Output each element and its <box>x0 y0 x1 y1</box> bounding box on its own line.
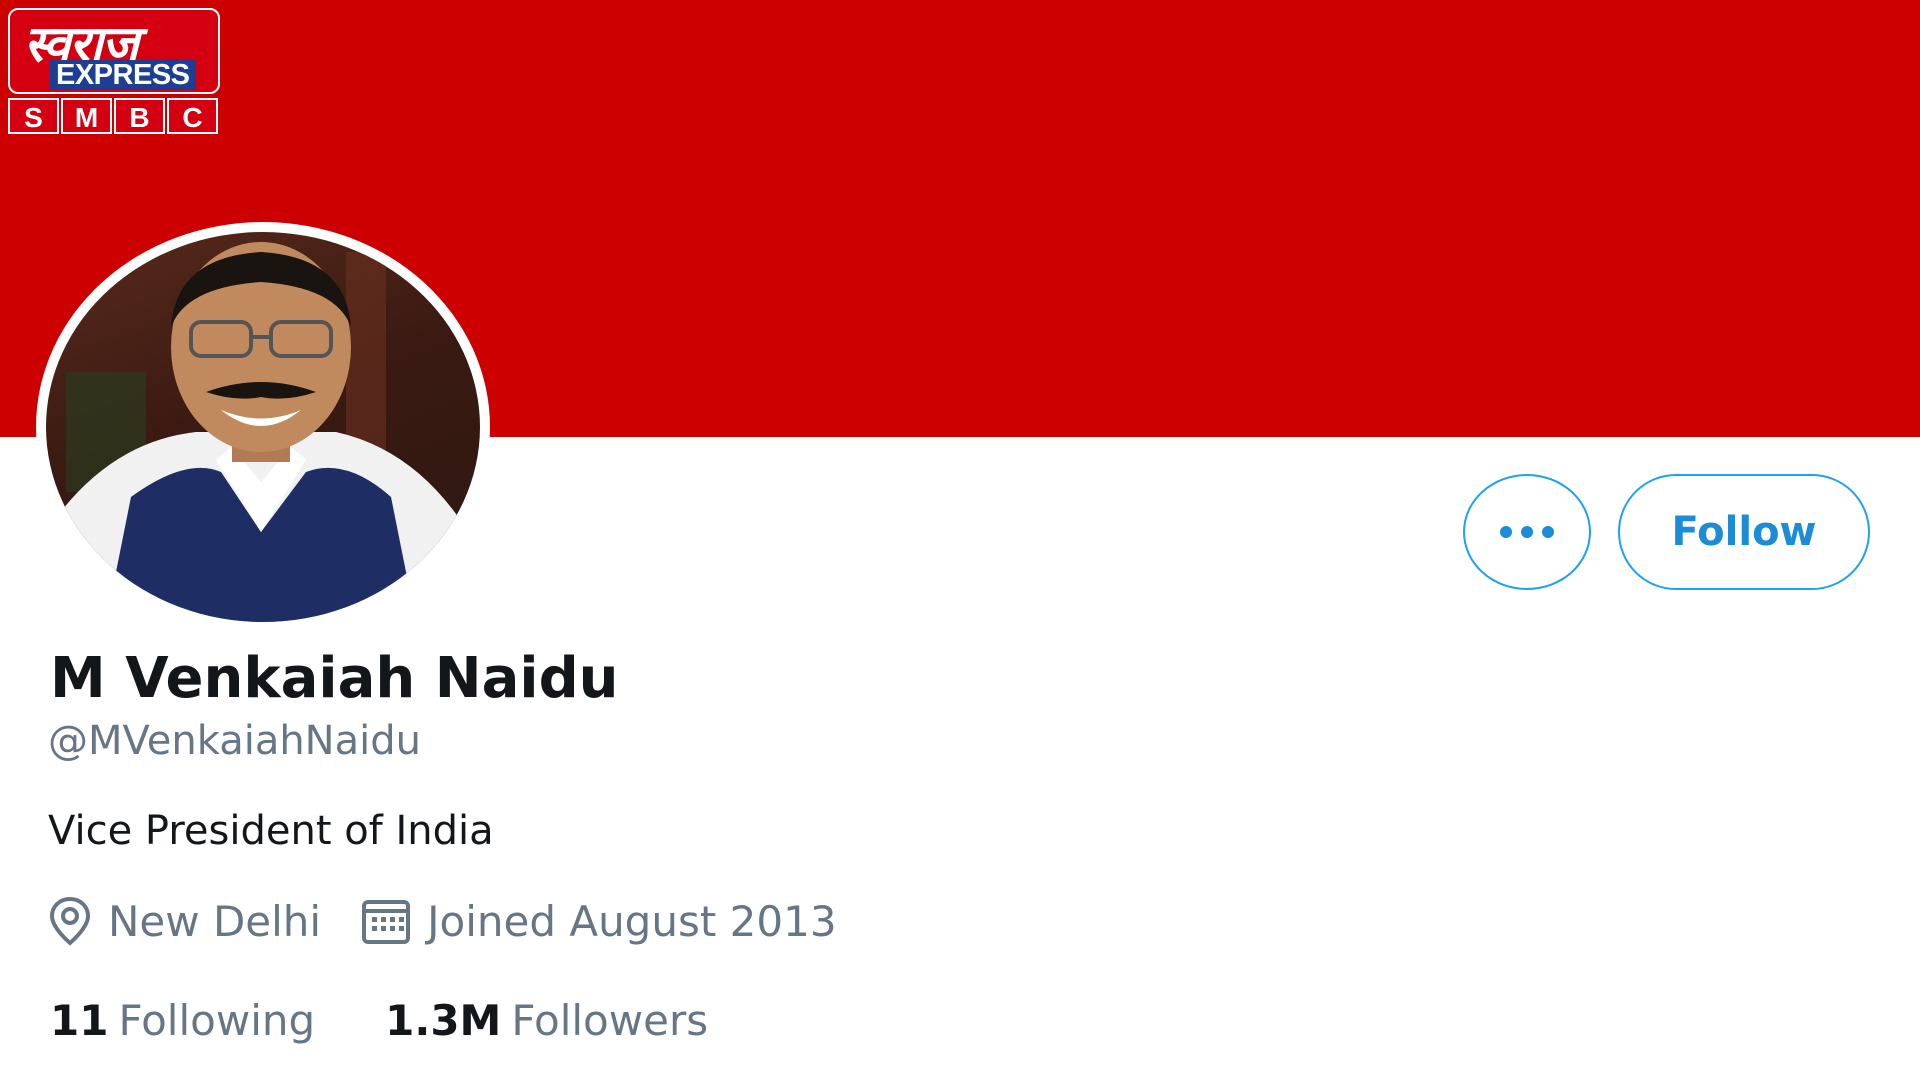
followers-link[interactable]: 1.3M Followers <box>385 996 708 1045</box>
follow-button[interactable]: Follow <box>1618 474 1870 590</box>
profile-handle: @MVenkaiahNaidu <box>48 718 421 764</box>
profile-bio: Vice President of India <box>48 808 494 854</box>
avatar-portrait <box>46 242 480 622</box>
followers-label: Followers <box>511 996 709 1045</box>
logo-top: स्वराज EXPRESS <box>8 8 220 94</box>
logo-express-text: EXPRESS <box>50 60 196 90</box>
profile-meta: New Delhi Joined August 2013 <box>48 896 877 946</box>
joined-text: Joined August 2013 <box>427 896 837 946</box>
following-count: 11 <box>50 996 109 1045</box>
location-item: New Delhi <box>48 896 321 946</box>
avatar[interactable] <box>36 222 490 632</box>
logo-letter: C <box>167 98 218 134</box>
logo-letters: S M B C <box>8 98 220 134</box>
location-text: New Delhi <box>108 896 322 946</box>
location-pin-icon <box>49 896 91 946</box>
following-link[interactable]: 11 Following <box>50 996 315 1045</box>
calendar-icon <box>362 900 411 944</box>
logo-letter: S <box>8 98 59 134</box>
channel-logo: स्वराज EXPRESS S M B C <box>8 8 220 136</box>
logo-letter: M <box>61 98 112 134</box>
profile-name: M Venkaiah Naidu <box>50 646 619 711</box>
profile-stats: 11 Following 1.3M Followers <box>50 996 778 1045</box>
more-icon <box>1500 526 1554 538</box>
joined-item: Joined August 2013 <box>361 896 837 946</box>
followers-count: 1.3M <box>385 996 502 1045</box>
logo-letter: B <box>114 98 165 134</box>
following-label: Following <box>118 996 316 1045</box>
avatar-photo <box>46 232 480 622</box>
more-options-button[interactable] <box>1463 474 1591 590</box>
